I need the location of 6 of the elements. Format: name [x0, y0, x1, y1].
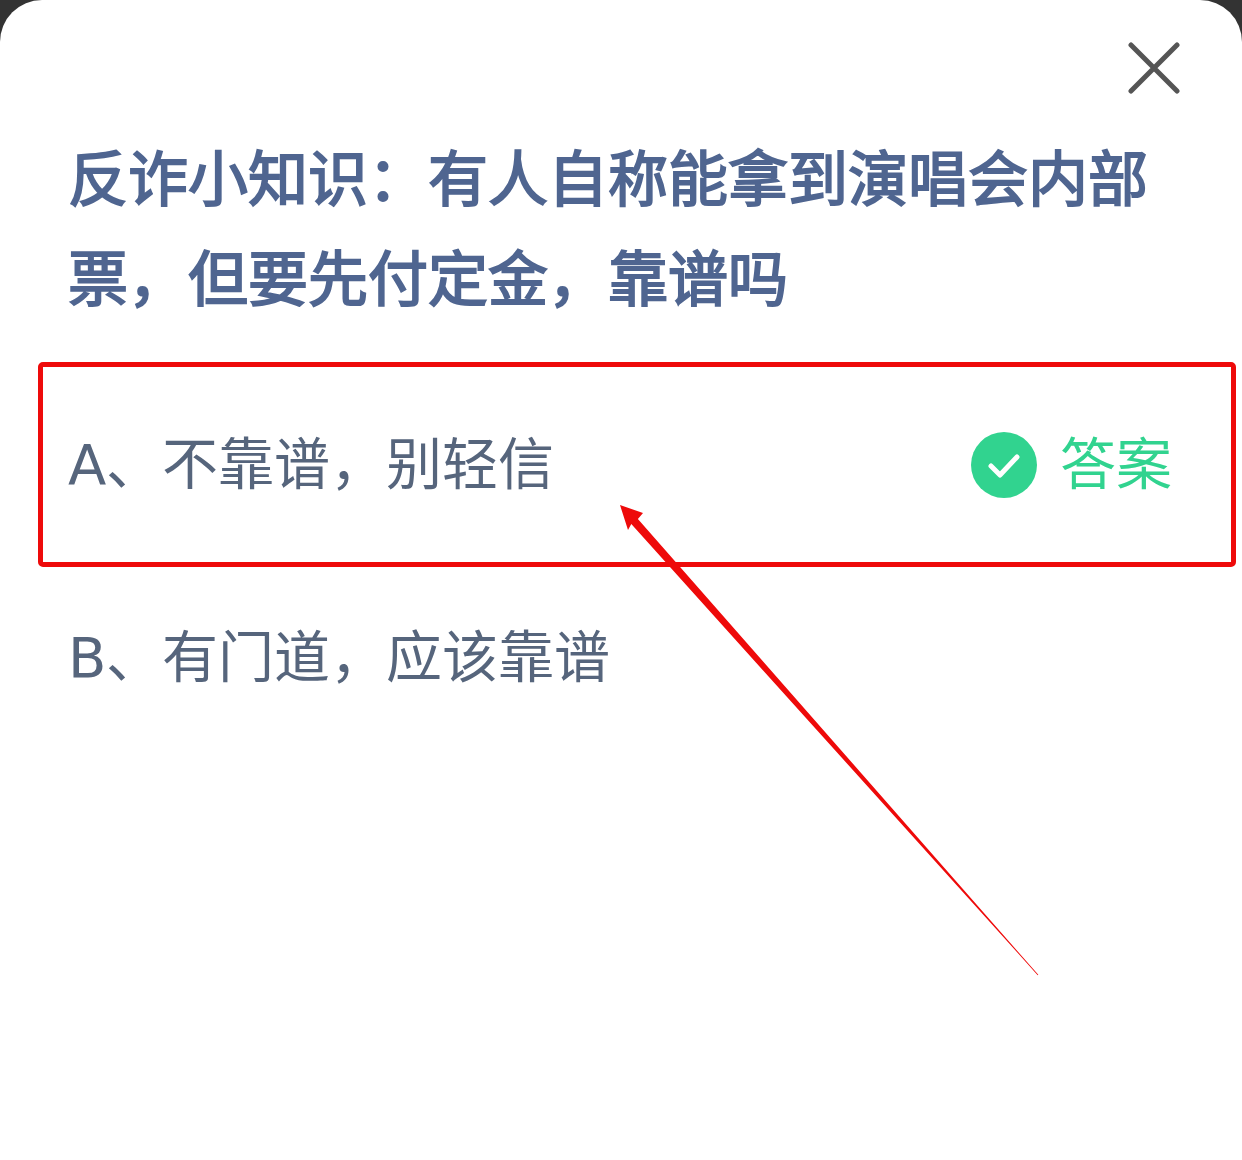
answer-label: 答案	[1060, 430, 1172, 499]
close-button[interactable]	[1128, 42, 1180, 94]
answer-option[interactable]: B、有门道，应该靠谱	[68, 623, 611, 692]
question-title: 反诈小知识：有人自称能拿到演唱会内部票，但要先付定金，靠谱吗	[68, 144, 1149, 317]
close-icon	[1128, 42, 1180, 94]
answer-option[interactable]: A、不靠谱，别轻信	[68, 430, 555, 499]
